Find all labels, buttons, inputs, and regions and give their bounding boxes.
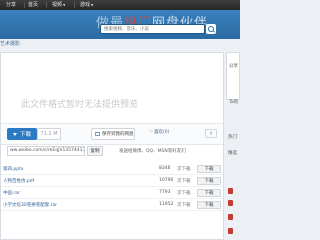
file-link[interactable]: 第四.pptx bbox=[3, 166, 24, 172]
download-count: 11952 bbox=[159, 202, 174, 207]
search-button[interactable] bbox=[206, 24, 216, 34]
netdisk-icon bbox=[95, 132, 100, 136]
pdf-file-icon bbox=[228, 214, 233, 220]
nav-divider bbox=[46, 2, 47, 8]
nav-item-video-label: 视频 bbox=[52, 2, 63, 8]
sidebar-label: 热门 bbox=[228, 135, 237, 140]
chevron-down-icon: ▼ bbox=[63, 3, 66, 7]
preview-area: 此文件格式暂时无法提供预览 bbox=[1, 53, 223, 123]
save-to-netdisk-button[interactable]: 保存到我的网盘 bbox=[91, 128, 135, 140]
share-icon[interactable]: ⇪ bbox=[205, 129, 217, 138]
list-item: 中国.rar 7793 次下载 下载 bbox=[1, 187, 223, 199]
site-banner: 做最热门网盘伙伴 bbox=[0, 10, 240, 39]
sidebar-label: 分享 bbox=[229, 64, 238, 69]
favorite-label: 喜欢(0) bbox=[154, 130, 170, 135]
heart-icon: ♡ bbox=[149, 129, 154, 135]
sidebar-label[interactable]: Ta的 bbox=[229, 99, 238, 105]
download-unit: 次下载 bbox=[177, 179, 191, 184]
nav-item-share[interactable]: 分享 bbox=[6, 2, 16, 8]
download-unit: 次下载 bbox=[177, 203, 191, 208]
nav-item-game-label: 游戏 bbox=[80, 2, 91, 8]
preview-unavailable-message: 此文件格式暂时无法提供预览 bbox=[21, 100, 139, 110]
download-count: 7793 bbox=[159, 190, 171, 195]
search-box bbox=[100, 24, 205, 34]
pdf-file-icon bbox=[228, 228, 233, 234]
download-unit: 次下载 bbox=[177, 167, 191, 172]
nav-item-game[interactable]: 游戏▼ bbox=[80, 2, 93, 8]
download-button[interactable]: 下载 bbox=[7, 128, 37, 140]
search-input[interactable] bbox=[101, 25, 187, 33]
chevron-down-icon: ▼ bbox=[91, 3, 94, 7]
search-icon bbox=[208, 26, 214, 32]
download-label: 下载 bbox=[19, 132, 31, 138]
favorite-button[interactable]: ♡ 喜欢(0) bbox=[149, 129, 170, 136]
share-hint: 发送给微博、QQ、MSN等好友们 bbox=[119, 149, 186, 154]
file-download-button[interactable]: 下载 bbox=[197, 165, 221, 173]
download-icon bbox=[12, 132, 17, 136]
download-unit: 次下载 bbox=[177, 191, 191, 196]
nav-divider bbox=[74, 2, 75, 8]
top-navigation-bar: 分享 首页 视频▼ 游戏▼ bbox=[0, 0, 240, 10]
file-download-button[interactable]: 下载 bbox=[197, 189, 221, 197]
list-item: 人物百姓仿.pdf 10790 次下载 下载 bbox=[1, 175, 223, 187]
nav-item-video[interactable]: 视频▼ bbox=[52, 2, 65, 8]
save-label: 保存到我的网盘 bbox=[102, 132, 134, 137]
share-link-field[interactable]: ww.weibo.com/s/mEqjV1357441721 bbox=[7, 146, 85, 156]
nav-item-home[interactable]: 首页 bbox=[28, 2, 38, 8]
sidebar-label: 精选 bbox=[228, 151, 237, 156]
list-item: 第四.pptx 8346 次下载 下载 bbox=[1, 163, 223, 175]
download-count: 10790 bbox=[159, 178, 174, 183]
sharer-card: 分享 Ta的 bbox=[226, 52, 240, 105]
breadcrumb[interactable]: 艺术摄影 bbox=[0, 40, 20, 48]
file-link[interactable]: 小学文化30卷拼卷配套.rar bbox=[3, 202, 57, 208]
file-detail-panel: 此文件格式暂时无法提供预览 下载 71.2 M 保存到我的网盘 ♡ 喜欢(0) … bbox=[0, 52, 224, 240]
file-link[interactable]: 人物百姓仿.pdf bbox=[3, 178, 34, 184]
file-download-button[interactable]: 下载 bbox=[197, 177, 221, 185]
pdf-file-icon bbox=[228, 200, 233, 206]
nav-divider bbox=[24, 2, 25, 8]
file-size: 71.2 M bbox=[37, 128, 61, 140]
share-link-row: ww.weibo.com/s/mEqjV1357441721 复制 发送给微博、… bbox=[1, 143, 223, 159]
action-bar: 下载 71.2 M 保存到我的网盘 ♡ 喜欢(0) ⇪ bbox=[1, 123, 223, 145]
file-link[interactable]: 中国.rar bbox=[3, 190, 20, 196]
copy-button[interactable]: 复制 bbox=[87, 146, 103, 156]
sidebar: 分享 Ta的 热门 精选 bbox=[226, 52, 240, 240]
download-count: 8346 bbox=[159, 166, 171, 171]
file-download-button[interactable]: 下载 bbox=[197, 201, 221, 209]
pdf-file-icon bbox=[228, 188, 233, 194]
list-item: 小学文化30卷拼卷配套.rar 11952 次下载 下载 bbox=[1, 199, 223, 211]
